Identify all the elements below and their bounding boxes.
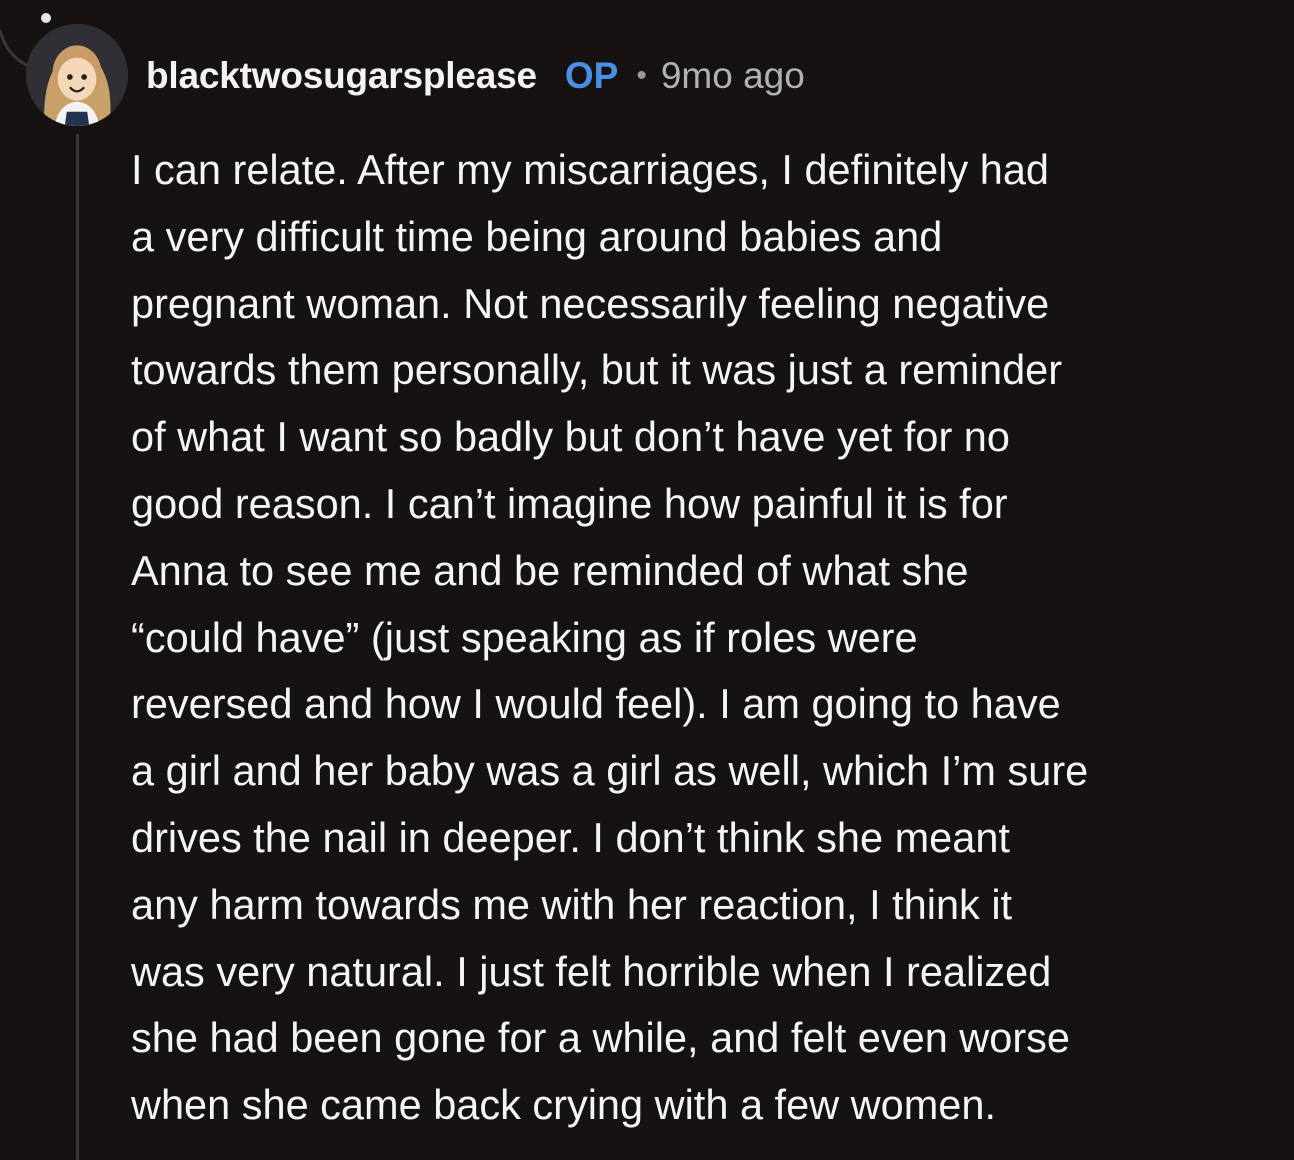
comment-line: I can relate. After my miscarriages, I d… — [131, 146, 1050, 193]
cartoon-avatar-icon — [26, 24, 128, 126]
comment-line: she had been gone for a while, and felt … — [131, 1014, 1070, 1062]
comment-line: “could have” (just speaking as if roles … — [131, 613, 918, 661]
op-badge: OP — [564, 55, 619, 96]
comment-line: reversed and how I would feel). I am goi… — [131, 680, 1061, 728]
comment-header: blacktwosugarsplease OP • 9mo ago — [146, 50, 805, 102]
username-link[interactable]: blacktwosugarsplease — [146, 55, 537, 97]
comment-line: was very natural. I just felt horrible w… — [131, 947, 1052, 995]
comment-line: pregnant woman. Not necessarily feeling … — [131, 279, 1050, 327]
comment-line: towards them personally, but it was just… — [131, 346, 1063, 394]
comment-body: I can relate. After my miscarriages, I d… — [131, 137, 1281, 1139]
comment-line: a girl and her baby was a girl as well, … — [131, 747, 1089, 795]
comment-line: a very difficult time being around babie… — [131, 212, 943, 260]
thread-line[interactable] — [76, 134, 79, 1160]
comment-line: of what I want so badly but don’t have y… — [131, 413, 1010, 461]
separator-dot: • — [636, 59, 647, 92]
comment-line: when she came back crying with a few wom… — [131, 1081, 996, 1129]
comment-line: Anna to see me and be reminded of what s… — [131, 546, 969, 594]
comment-line: any harm towards me with her reaction, I… — [131, 880, 1013, 928]
user-avatar[interactable] — [26, 24, 128, 126]
comment-line: drives the nail in deeper. I don’t think… — [131, 813, 1010, 861]
comment-timestamp[interactable]: 9mo ago — [661, 55, 805, 97]
comment-line: good reason. I can’t imagine how painful… — [131, 479, 1008, 527]
